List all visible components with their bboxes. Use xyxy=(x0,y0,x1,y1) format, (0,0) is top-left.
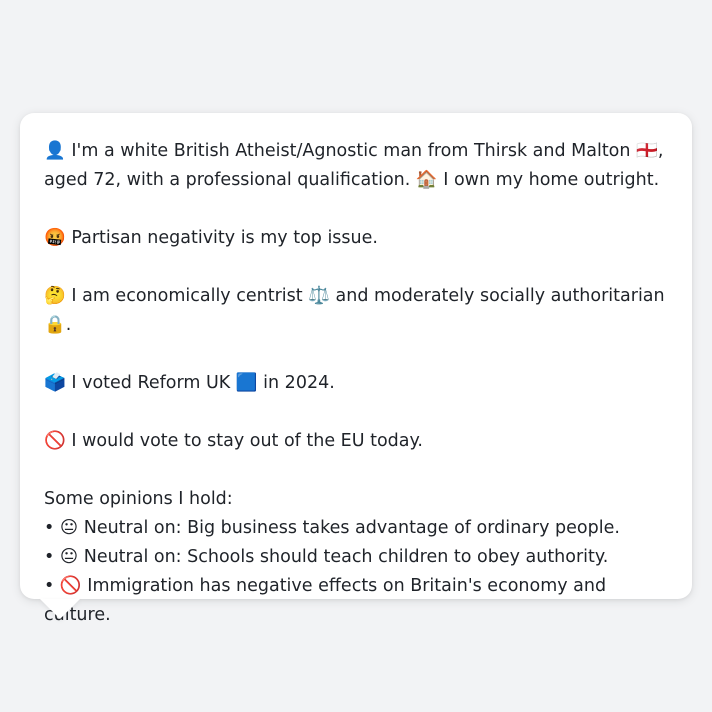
opinion-item: • 😐 Neutral on: Big business takes advan… xyxy=(44,514,668,543)
prohibited-icon: 🚫 xyxy=(44,431,66,451)
prohibited-icon: 🚫 xyxy=(59,576,82,596)
intro-text: I'm a white British Atheist/Agnostic man… xyxy=(44,141,664,190)
neutral-face-icon: 😐 xyxy=(59,518,79,538)
bullet-icon: • xyxy=(44,547,55,567)
top-issue-text: Partisan negativity is my top issue. xyxy=(71,228,378,248)
bullet-icon: • xyxy=(44,518,55,538)
opinion-text: Neutral on: Big business takes advantage… xyxy=(83,518,620,538)
angry-face-icon: 🤬 xyxy=(44,228,66,248)
opinion-text: Neutral on: Schools should teach childre… xyxy=(83,547,609,567)
opinion-item: • 😐 Neutral on: Schools should teach chi… xyxy=(44,543,668,572)
intro-line: 👤 I'm a white British Atheist/Agnostic m… xyxy=(44,137,668,195)
person-icon: 👤 xyxy=(44,141,66,161)
eu-text: I would vote to stay out of the EU today… xyxy=(71,431,423,451)
ballot-box-icon: 🗳️ xyxy=(44,373,66,393)
message-bubble: 👤 I'm a white British Atheist/Agnostic m… xyxy=(20,113,692,625)
thinking-face-icon: 🤔 xyxy=(44,286,66,306)
neutral-face-icon: 😐 xyxy=(59,547,79,567)
vote-line: 🗳️ I voted Reform UK 🟦 in 2024. xyxy=(44,369,668,398)
opinion-item: • 🚫 Immigration has negative effects on … xyxy=(44,572,668,630)
bullet-icon: • xyxy=(44,576,55,596)
opinion-text: Immigration has negative effects on Brit… xyxy=(44,576,607,625)
top-issue-line: 🤬 Partisan negativity is my top issue. xyxy=(44,224,668,253)
bubble-tail xyxy=(40,599,80,619)
vote-text: I voted Reform UK 🟦 in 2024. xyxy=(71,373,335,393)
ideology-text: I am economically centrist ⚖️ and modera… xyxy=(44,286,665,335)
eu-line: 🚫 I would vote to stay out of the EU tod… xyxy=(44,427,668,456)
ideology-line: 🤔 I am economically centrist ⚖️ and mode… xyxy=(44,282,668,340)
opinions-heading: Some opinions I hold: xyxy=(44,489,233,509)
